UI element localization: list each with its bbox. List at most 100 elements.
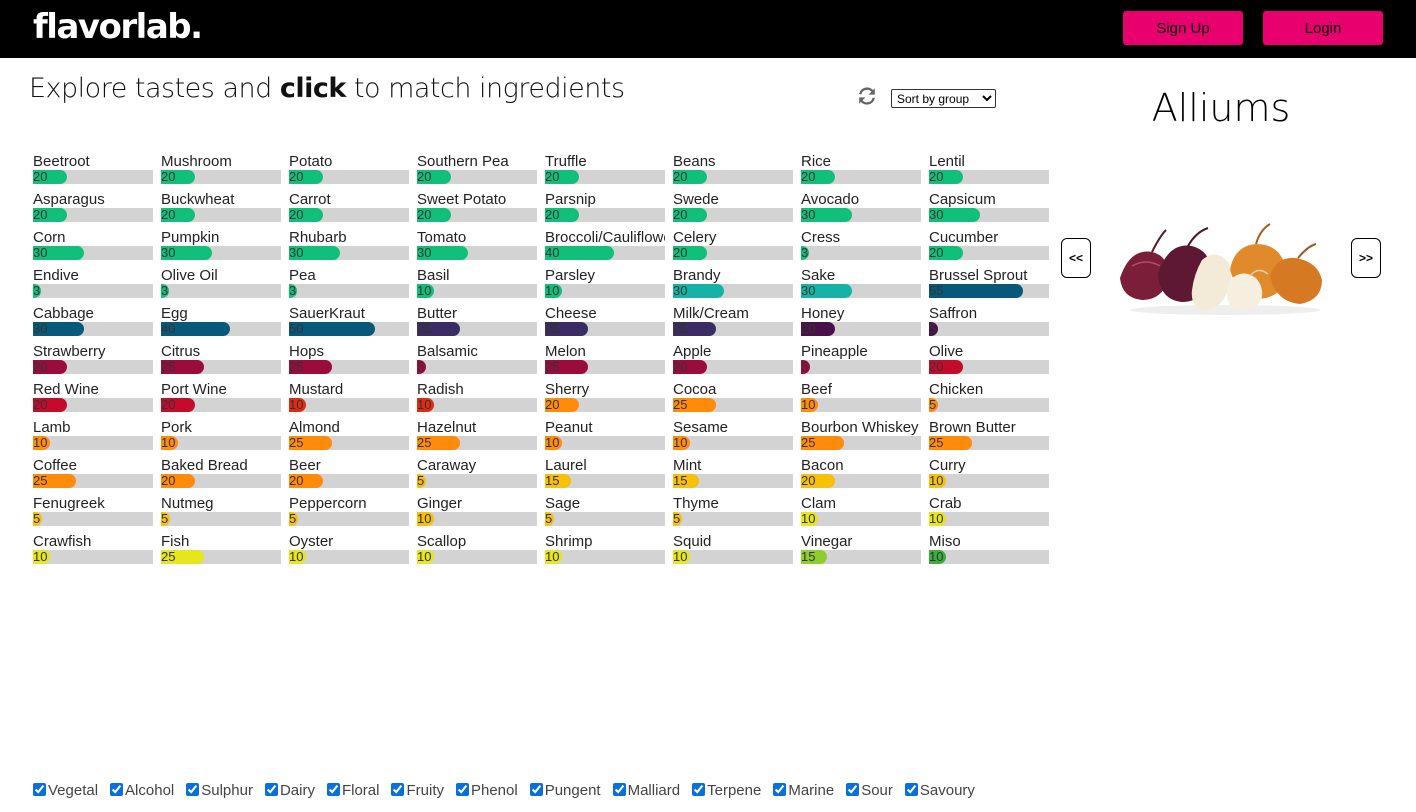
ingredient-item[interactable]: Beetroot 20 [33, 153, 153, 191]
ingredient-item[interactable]: Brown Butter 25 [929, 419, 1049, 457]
ingredient-item[interactable]: Sweet Potato 20 [417, 191, 537, 229]
ingredient-item[interactable]: Squid 10 [673, 533, 793, 571]
ingredient-item[interactable]: Cocoa 25 [673, 381, 793, 419]
ingredient-item[interactable]: Olive Oil 3 [161, 267, 281, 305]
ingredient-item[interactable]: Potato 20 [289, 153, 409, 191]
ingredient-item[interactable]: Parsley 10 [545, 267, 665, 305]
ingredient-item[interactable]: Citrus 25 [161, 343, 281, 381]
ingredient-item[interactable]: Honey 20 [801, 305, 921, 343]
filter-checkbox[interactable] [529, 783, 543, 796]
ingredient-item[interactable]: Thyme 5 [673, 495, 793, 533]
ingredient-item[interactable]: Sage 5 [545, 495, 665, 533]
ingredient-item[interactable]: Miso 10 [929, 533, 1049, 571]
ingredient-item[interactable]: Broccoli/Cauliflower 40 [545, 229, 665, 267]
ingredient-item[interactable]: Almond 25 [289, 419, 409, 457]
ingredient-item[interactable]: Apple 20 [673, 343, 793, 381]
filter-sulphur[interactable]: Sulphur [183, 782, 253, 799]
ingredient-item[interactable]: Oyster 10 [289, 533, 409, 571]
ingredient-item[interactable]: Baked Bread 20 [161, 457, 281, 495]
ingredient-item[interactable]: Tomato 30 [417, 229, 537, 267]
ingredient-item[interactable]: Nutmeg 5 [161, 495, 281, 533]
filter-checkbox[interactable] [846, 783, 860, 796]
ingredient-item[interactable]: Hops 25 [289, 343, 409, 381]
filter-alcohol[interactable]: Alcohol [107, 782, 174, 799]
next-group-button[interactable]: >> [1351, 238, 1381, 278]
ingredient-item[interactable]: Crawfish 10 [33, 533, 153, 571]
filter-fruity[interactable]: Fruity [388, 782, 444, 799]
ingredient-item[interactable]: Olive 20 [929, 343, 1049, 381]
ingredient-item[interactable]: Strawberry 20 [33, 343, 153, 381]
flavorlab-logo[interactable]: flavorlab. [33, 5, 203, 49]
filter-checkbox[interactable] [264, 783, 278, 796]
ingredient-item[interactable]: Rhubarb 30 [289, 229, 409, 267]
ingredient-item[interactable]: Buckwheat 20 [161, 191, 281, 229]
previous-group-button[interactable]: << [1061, 238, 1091, 278]
ingredient-item[interactable]: Caraway 5 [417, 457, 537, 495]
filter-checkbox[interactable] [33, 783, 46, 796]
ingredient-item[interactable]: Egg 40 [161, 305, 281, 343]
filter-checkbox[interactable] [904, 783, 918, 796]
ingredient-item[interactable]: Bourbon Whiskey 25 [801, 419, 921, 457]
filter-checkbox[interactable] [110, 783, 124, 796]
ingredient-item[interactable]: Sherry 20 [545, 381, 665, 419]
ingredient-item[interactable]: Capsicum 30 [929, 191, 1049, 229]
ingredient-item[interactable]: Avocado 30 [801, 191, 921, 229]
ingredient-item[interactable]: Cheese 25 [545, 305, 665, 343]
ingredient-item[interactable]: Mustard 10 [289, 381, 409, 419]
filter-pungent[interactable]: Pungent [527, 782, 601, 799]
ingredient-item[interactable]: Red Wine 20 [33, 381, 153, 419]
ingredient-item[interactable]: Peppercorn 5 [289, 495, 409, 533]
ingredient-item[interactable]: Parsnip 20 [545, 191, 665, 229]
ingredient-item[interactable]: Corn 30 [33, 229, 153, 267]
filter-vegetal[interactable]: Vegetal [30, 782, 98, 799]
ingredient-item[interactable]: Ginger 10 [417, 495, 537, 533]
filter-checkbox[interactable] [612, 783, 626, 796]
ingredient-item[interactable]: Hazelnut 25 [417, 419, 537, 457]
ingredient-item[interactable]: Lentil 20 [929, 153, 1049, 191]
ingredient-item[interactable]: Crab 10 [929, 495, 1049, 533]
ingredient-item[interactable]: Saffron 5 [929, 305, 1049, 343]
ingredient-item[interactable]: Beans 20 [673, 153, 793, 191]
ingredient-item[interactable]: Fenugreek 5 [33, 495, 153, 533]
ingredient-item[interactable]: Curry 10 [929, 457, 1049, 495]
ingredient-item[interactable]: Port Wine 20 [161, 381, 281, 419]
ingredient-item[interactable]: Truffle 20 [545, 153, 665, 191]
ingredient-item[interactable]: Mint 15 [673, 457, 793, 495]
ingredient-item[interactable]: Rice 20 [801, 153, 921, 191]
ingredient-item[interactable]: Sesame 10 [673, 419, 793, 457]
filter-checkbox[interactable] [773, 783, 787, 796]
ingredient-item[interactable]: Sake 30 [801, 267, 921, 305]
ingredient-item[interactable]: Butter 25 [417, 305, 537, 343]
filter-sour[interactable]: Sour [843, 782, 893, 799]
filter-checkbox[interactable] [692, 783, 706, 796]
ingredient-item[interactable]: Pumpkin 30 [161, 229, 281, 267]
ingredient-item[interactable]: Cress 3 [801, 229, 921, 267]
ingredient-item[interactable]: Asparagus 20 [33, 191, 153, 229]
ingredient-item[interactable]: Basil 10 [417, 267, 537, 305]
ingredient-item[interactable]: Swede 20 [673, 191, 793, 229]
ingredient-item[interactable]: Fish 25 [161, 533, 281, 571]
ingredient-item[interactable]: Carrot 20 [289, 191, 409, 229]
ingredient-item[interactable]: Brussel Sprout 55 [929, 267, 1049, 305]
ingredient-item[interactable]: Milk/Cream 25 [673, 305, 793, 343]
ingredient-item[interactable]: Celery 20 [673, 229, 793, 267]
ingredient-item[interactable]: Vinegar 15 [801, 533, 921, 571]
ingredient-item[interactable]: Beer 20 [289, 457, 409, 495]
filter-terpene[interactable]: Terpene [689, 782, 761, 799]
ingredient-item[interactable]: Southern Pea 20 [417, 153, 537, 191]
ingredient-item[interactable]: Bacon 20 [801, 457, 921, 495]
ingredient-item[interactable]: Chicken 5 [929, 381, 1049, 419]
filter-checkbox[interactable] [455, 783, 469, 796]
ingredient-item[interactable]: Balsamic 5 [417, 343, 537, 381]
ingredient-item[interactable]: Pineapple 5 [801, 343, 921, 381]
ingredient-item[interactable]: Laurel 15 [545, 457, 665, 495]
sign-up-button[interactable]: Sign Up [1123, 11, 1243, 45]
ingredient-item[interactable]: Scallop 10 [417, 533, 537, 571]
ingredient-item[interactable]: Coffee 25 [33, 457, 153, 495]
filter-checkbox[interactable] [326, 783, 340, 796]
ingredient-item[interactable]: Endive 3 [33, 267, 153, 305]
ingredient-item[interactable]: Cucumber 20 [929, 229, 1049, 267]
ingredient-item[interactable]: Mushroom 20 [161, 153, 281, 191]
ingredient-item[interactable]: Lamb 10 [33, 419, 153, 457]
ingredient-item[interactable]: Peanut 10 [545, 419, 665, 457]
